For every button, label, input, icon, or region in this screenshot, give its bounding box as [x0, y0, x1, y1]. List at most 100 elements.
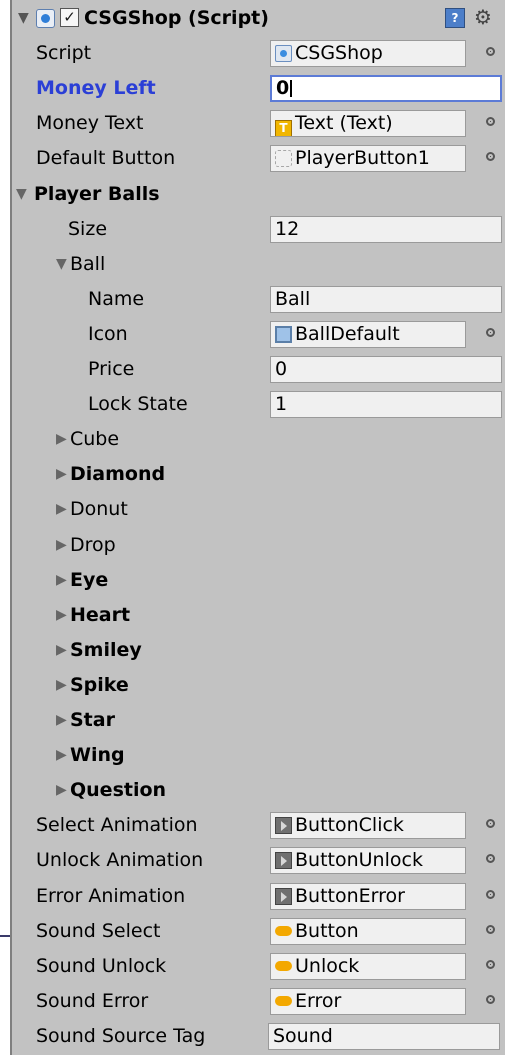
unlock-animation-row: Unlock Animation ButtonUnlock — [12, 842, 505, 877]
money-left-row: Money Left 0 — [12, 70, 505, 105]
component-header[interactable]: ▼ ✓ CSGShop (Script) ? ⚙ — [12, 0, 505, 35]
collapsed-arrow-icon[interactable]: ▶ — [56, 632, 67, 669]
ball-item-drop[interactable]: ▶ Drop — [12, 527, 505, 562]
side-divider — [0, 935, 10, 937]
ball-item-heart[interactable]: ▶ Heart — [12, 597, 505, 632]
sound-error-label: Sound Error — [36, 990, 149, 1012]
script-file-icon — [275, 45, 292, 62]
list-item-label: Diamond — [70, 463, 166, 485]
ball-item-question[interactable]: ▶ Question — [12, 772, 505, 807]
size-input[interactable]: 12 — [270, 216, 502, 243]
ball-item-donut[interactable]: ▶ Donut — [12, 491, 505, 526]
text-component-icon: T — [275, 120, 292, 136]
ball-lock-state-input[interactable]: 1 — [270, 391, 502, 418]
collapsed-arrow-icon[interactable]: ▶ — [56, 456, 67, 493]
header-foldout-icon[interactable]: ▼ — [18, 0, 29, 37]
collapsed-arrow-icon[interactable]: ▶ — [56, 562, 67, 599]
collapsed-arrow-icon[interactable]: ▶ — [56, 421, 67, 458]
sound-select-label: Sound Select — [36, 920, 161, 942]
ball-name-input[interactable]: Ball — [270, 286, 502, 313]
money-text-label: Money Text — [36, 112, 144, 134]
ball-price-row: Price 0 — [12, 351, 505, 386]
sound-source-tag-row: Sound Source Tag Sound — [12, 1018, 505, 1055]
select-animation-label: Select Animation — [36, 814, 198, 836]
object-picker-icon[interactable] — [486, 328, 495, 337]
list-item-label: Spike — [70, 674, 129, 696]
sound-unlock-field[interactable]: Unlock — [270, 953, 466, 980]
gear-icon[interactable]: ⚙ — [474, 0, 492, 37]
object-picker-icon[interactable] — [486, 960, 495, 969]
component-title: CSGShop (Script) — [84, 7, 269, 29]
animation-clip-icon — [275, 817, 292, 834]
object-picker-icon[interactable] — [486, 47, 495, 56]
text-caret — [290, 80, 293, 97]
ball-name-label: Name — [88, 288, 145, 310]
player-balls-foldout[interactable]: ▼ Player Balls — [12, 176, 505, 211]
sound-source-tag-label: Sound Source Tag — [36, 1025, 206, 1047]
default-button-row: Default Button PlayerButton1 — [12, 140, 505, 175]
sound-source-tag-input[interactable]: Sound — [268, 1023, 500, 1050]
unlock-animation-label: Unlock Animation — [36, 849, 204, 871]
collapsed-arrow-icon[interactable]: ▶ — [56, 597, 67, 634]
sprite-icon — [275, 326, 292, 343]
object-picker-icon[interactable] — [486, 819, 495, 828]
select-animation-row: Select Animation ButtonClick — [12, 807, 505, 842]
sound-select-row: Sound Select Button — [12, 913, 505, 948]
ball-foldout[interactable]: ▼ Ball — [12, 246, 505, 281]
object-picker-icon[interactable] — [486, 890, 495, 899]
object-picker-icon[interactable] — [486, 117, 495, 126]
help-icon[interactable]: ? — [445, 8, 465, 28]
enabled-checkbox[interactable]: ✓ — [60, 8, 79, 27]
object-picker-icon[interactable] — [486, 925, 495, 934]
list-item-label: Smiley — [70, 639, 142, 661]
expanded-arrow-icon[interactable]: ▼ — [56, 246, 67, 283]
collapsed-arrow-icon[interactable]: ▶ — [56, 772, 67, 809]
list-item-label: Wing — [70, 744, 125, 766]
money-text-row: Money Text T Text (Text) — [12, 105, 505, 140]
collapsed-arrow-icon[interactable]: ▶ — [56, 527, 67, 564]
ball-label: Ball — [70, 253, 106, 275]
list-item-label: Star — [70, 709, 115, 731]
ball-item-diamond[interactable]: ▶ Diamond — [12, 456, 505, 491]
audio-clip-icon — [275, 996, 292, 1006]
error-animation-label: Error Animation — [36, 885, 186, 907]
object-picker-icon[interactable] — [486, 995, 495, 1004]
money-left-input[interactable]: 0 — [270, 75, 502, 102]
script-icon — [36, 9, 55, 28]
ball-item-wing[interactable]: ▶ Wing — [12, 737, 505, 772]
ball-icon-field[interactable]: BallDefault — [270, 321, 466, 348]
sound-select-field[interactable]: Button — [270, 918, 466, 945]
object-picker-icon[interactable] — [486, 152, 495, 161]
collapsed-arrow-icon[interactable]: ▶ — [56, 737, 67, 774]
size-row: Size 12 — [12, 211, 505, 246]
script-field[interactable]: CSGShop — [270, 40, 466, 67]
sound-unlock-label: Sound Unlock — [36, 955, 167, 977]
ball-item-cube[interactable]: ▶ Cube — [12, 421, 505, 456]
collapsed-arrow-icon[interactable]: ▶ — [56, 667, 67, 704]
collapsed-arrow-icon[interactable]: ▶ — [56, 491, 67, 528]
select-animation-field[interactable]: ButtonClick — [270, 812, 466, 839]
sound-error-field[interactable]: Error — [270, 988, 466, 1015]
error-animation-field[interactable]: ButtonError — [270, 883, 466, 910]
list-item-label: Drop — [70, 534, 116, 556]
audio-clip-icon — [275, 926, 292, 936]
default-button-field[interactable]: PlayerButton1 — [270, 145, 466, 172]
ball-icon-row: Icon BallDefault — [12, 316, 505, 351]
ball-price-label: Price — [88, 358, 135, 380]
money-text-field[interactable]: T Text (Text) — [270, 110, 466, 137]
sound-error-row: Sound Error Error — [12, 983, 505, 1018]
ball-item-eye[interactable]: ▶ Eye — [12, 562, 505, 597]
ball-price-input[interactable]: 0 — [270, 356, 502, 383]
ball-item-smiley[interactable]: ▶ Smiley — [12, 632, 505, 667]
unlock-animation-field[interactable]: ButtonUnlock — [270, 847, 466, 874]
object-picker-icon[interactable] — [486, 854, 495, 863]
expanded-arrow-icon[interactable]: ▼ — [16, 176, 27, 213]
player-balls-label: Player Balls — [34, 183, 160, 205]
collapsed-arrow-icon[interactable]: ▶ — [56, 702, 67, 739]
script-label: Script — [36, 42, 92, 64]
ball-item-star[interactable]: ▶ Star — [12, 702, 505, 737]
size-label: Size — [68, 218, 108, 240]
money-left-label: Money Left — [36, 77, 156, 99]
prefab-icon — [275, 150, 292, 167]
ball-item-spike[interactable]: ▶ Spike — [12, 667, 505, 702]
